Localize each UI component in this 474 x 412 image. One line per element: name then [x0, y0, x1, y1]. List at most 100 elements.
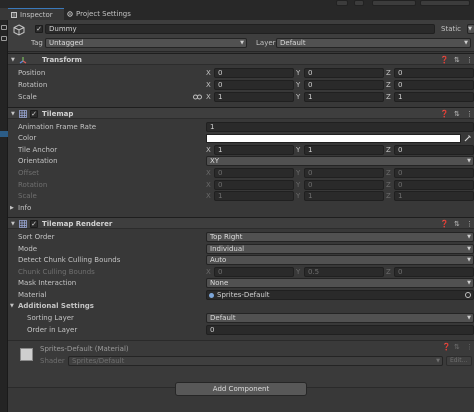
tile-anchor-z-field[interactable]: 0	[394, 145, 474, 155]
axis-x-label[interactable]: X	[206, 68, 211, 78]
fold-arrow-icon[interactable]: ▼	[11, 54, 15, 66]
renderer-enabled-checkbox[interactable]: ✓	[30, 220, 38, 228]
axis-x-label: X	[206, 192, 211, 200]
layout-dropdown[interactable]	[420, 0, 470, 6]
material-name: Sprites-Default (Material)	[40, 345, 129, 353]
transform-header[interactable]: ▼ Transform ❓ ⇅ ⋮	[8, 53, 474, 65]
fold-arrow-icon[interactable]: ▼	[11, 108, 15, 120]
shader-dropdown: Sprites/Default ▼	[68, 356, 443, 366]
folder-icon[interactable]	[1, 36, 7, 41]
help-icon: ❓	[442, 343, 451, 351]
context-menu-icon[interactable]: ⋮	[466, 108, 473, 120]
info-fold-arrow-icon[interactable]: ▶	[10, 203, 14, 213]
sorting-layer-value: Default	[210, 314, 236, 322]
tilemap-scale-label: Scale	[18, 192, 37, 200]
layer-value: Default	[280, 39, 306, 47]
tag-value: Untagged	[49, 39, 84, 47]
additional-settings-fold-icon[interactable]: ▼	[10, 301, 14, 311]
preset-icon[interactable]: ⇅	[454, 218, 460, 230]
tilemap-rotation-z-field: 0	[394, 180, 474, 190]
mask-interaction-dropdown[interactable]: None ▼	[206, 278, 474, 288]
axis-z-label[interactable]: Z	[386, 145, 391, 155]
tile-anchor-y-field[interactable]: 1	[304, 145, 384, 155]
tilemap-renderer-title: Tilemap Renderer	[42, 220, 113, 228]
axis-x-label[interactable]: X	[206, 80, 211, 90]
tilemap-renderer-header[interactable]: ▼ ✓ Tilemap Renderer ❓ ⇅ ⋮	[8, 217, 474, 229]
context-menu-icon[interactable]: ⋮	[466, 54, 473, 66]
help-icon[interactable]: ❓	[440, 54, 449, 66]
mode-value: Individual	[210, 245, 245, 253]
tilemap-enabled-checkbox[interactable]: ✓	[30, 110, 38, 118]
axis-y-label[interactable]: Y	[296, 145, 300, 155]
material-field[interactable]: Sprites-Default	[206, 290, 474, 300]
rotation-z-field[interactable]: 0	[394, 80, 474, 90]
position-z-field[interactable]: 0	[394, 68, 474, 78]
tab-inspector-label: Inspector	[20, 11, 53, 19]
chunk-culling-bounds-label: Chunk Culling Bounds	[18, 268, 95, 276]
scale-z-field[interactable]: 1	[394, 92, 474, 102]
layers-dropdown[interactable]	[372, 0, 416, 6]
object-picker-icon[interactable]	[465, 292, 471, 298]
axis-y-label: Y	[296, 169, 301, 177]
sorting-layer-dropdown[interactable]: Default ▼	[206, 313, 474, 323]
axis-z-label[interactable]: Z	[386, 68, 391, 78]
tile-anchor-x-field[interactable]: 1	[214, 145, 294, 155]
mask-interaction-value: None	[210, 279, 229, 287]
color-swatch[interactable]	[206, 134, 461, 143]
orientation-dropdown[interactable]: XY ▼	[206, 156, 474, 166]
axis-z-label[interactable]: Z	[386, 80, 391, 90]
tab-project-settings[interactable]: Project Settings	[64, 8, 144, 20]
animation-frame-rate-label: Animation Frame Rate	[18, 123, 96, 131]
axis-z-label: Z	[386, 181, 391, 189]
preset-icon[interactable]: ⇅	[454, 54, 460, 66]
rotation-x-field[interactable]: 0	[214, 80, 294, 90]
history-icon[interactable]	[336, 0, 348, 6]
folder-icon[interactable]	[1, 25, 7, 30]
tab-project-settings-label: Project Settings	[76, 10, 131, 18]
help-icon[interactable]: ❓	[440, 108, 449, 120]
chunk-bounds-z-field: 0	[394, 267, 474, 277]
axis-y-label[interactable]: Y	[296, 80, 300, 90]
axis-y-label: Y	[296, 268, 301, 276]
scale-x-field[interactable]: 1	[214, 92, 294, 102]
axis-y-label[interactable]: Y	[296, 68, 300, 78]
context-menu-icon[interactable]: ⋮	[466, 218, 473, 230]
mode-dropdown[interactable]: Individual ▼	[206, 244, 474, 254]
shader-value: Sprites/Default	[72, 357, 125, 365]
detect-chunk-culling-dropdown[interactable]: Auto ▼	[206, 255, 474, 265]
axis-x-label[interactable]: X	[206, 145, 211, 155]
add-component-button[interactable]: Add Component	[175, 382, 307, 396]
additional-settings-foldout[interactable]: Additional Settings	[18, 301, 94, 311]
axis-z-label[interactable]: Z	[386, 92, 391, 102]
search-icon[interactable]	[354, 0, 364, 6]
name-field[interactable]: Dummy	[45, 24, 435, 34]
context-menu-icon: ⋮	[466, 343, 473, 351]
chunk-bounds-x-field: 0	[214, 267, 294, 277]
order-in-layer-field[interactable]: 0	[206, 325, 474, 335]
fold-arrow-icon[interactable]: ▼	[11, 218, 15, 230]
active-checkbox[interactable]: ✓	[35, 25, 43, 33]
position-x-field[interactable]: 0	[214, 68, 294, 78]
rotation-y-field[interactable]: 0	[304, 80, 384, 90]
layer-dropdown[interactable]: Default ▼	[276, 38, 471, 48]
sorting-layer-label: Sorting Layer	[27, 314, 74, 322]
eyedropper-icon[interactable]	[464, 134, 472, 142]
info-foldout[interactable]: Info	[18, 203, 31, 213]
static-dropdown[interactable]: ▼	[467, 24, 474, 34]
tilemap-header[interactable]: ▼ ✓ Tilemap ❓ ⇅ ⋮	[8, 107, 474, 119]
sort-order-dropdown[interactable]: Top Right ▼	[206, 232, 474, 242]
animation-frame-rate-field[interactable]: 1	[206, 122, 474, 132]
tag-dropdown[interactable]: Untagged ▼	[45, 38, 247, 48]
axis-y-label[interactable]: Y	[296, 92, 300, 102]
help-icon[interactable]: ❓	[440, 218, 449, 230]
preset-icon: ⇅	[454, 343, 460, 351]
link-icon[interactable]	[193, 94, 202, 100]
tab-inspector[interactable]: Inspector	[8, 8, 64, 20]
shader-label: Shader	[40, 357, 65, 365]
transform-title: Transform	[42, 56, 82, 64]
axis-x-label[interactable]: X	[206, 92, 211, 102]
scale-y-field[interactable]: 1	[304, 92, 384, 102]
preset-icon[interactable]: ⇅	[454, 108, 460, 120]
position-y-field[interactable]: 0	[304, 68, 384, 78]
tilemap-scale-x-field: 1	[214, 191, 294, 201]
